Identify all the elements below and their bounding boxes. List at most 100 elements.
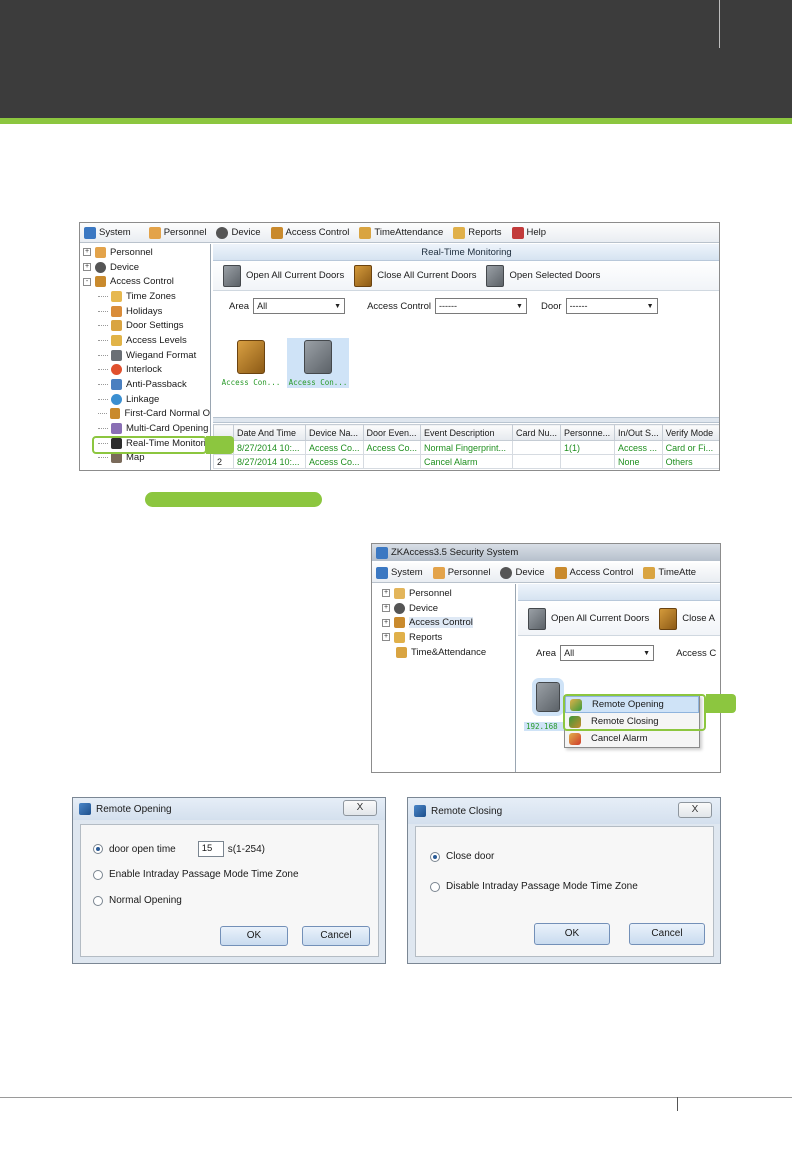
people-icon xyxy=(396,646,407,658)
door-open-time-input[interactable]: 15 xyxy=(197,841,224,857)
table-row[interactable]: 2 8/27/2014 10:... Access Co... Cancel A… xyxy=(213,454,719,469)
column-header[interactable]: Door Even... xyxy=(362,424,422,441)
access-controller-icon xyxy=(304,340,332,374)
close-all-doors-button[interactable]: Close A xyxy=(659,607,715,630)
menu-access-control[interactable]: Access Control xyxy=(267,223,356,242)
dialog-title: Remote Opening xyxy=(96,803,172,815)
door-label: Door xyxy=(540,300,562,312)
tree-item-access-levels[interactable]: Access Levels xyxy=(80,333,210,348)
access-control-label: Access Control xyxy=(367,300,431,312)
computer-icon xyxy=(376,566,388,579)
radio-selected[interactable] xyxy=(93,844,103,854)
tree-node-access-control[interactable]: - Access Control xyxy=(80,274,210,289)
door-open-time-option[interactable]: door open time 15 s(1-254) xyxy=(93,841,265,857)
device-tile-selected[interactable]: Access Con... xyxy=(287,338,349,388)
filter-bar: Area All ▼ Access C xyxy=(518,642,720,664)
normal-opening-option[interactable]: Normal Opening xyxy=(93,895,182,906)
menu-reports[interactable]: Reports xyxy=(449,223,507,242)
person-icon xyxy=(432,566,445,579)
card-reader-icon xyxy=(111,349,122,361)
table-row[interactable]: 8/27/2014 10:... Access Co... Access Co.… xyxy=(213,440,719,455)
tree-item-interlock[interactable]: Interlock xyxy=(80,363,210,378)
column-header[interactable]: Device Na... xyxy=(305,424,364,441)
menu-timeattendance[interactable]: TimeAttendance xyxy=(355,223,449,242)
menu-system[interactable]: System xyxy=(80,223,137,242)
column-header[interactable]: In/Out S... xyxy=(614,424,663,441)
menu-access-control[interactable]: Access Control xyxy=(551,563,640,582)
tree-item-time-zones[interactable]: Time Zones xyxy=(80,289,210,304)
disable-intraday-passage-option[interactable]: Disable Intraday Passage Mode Time Zone xyxy=(430,881,638,892)
open-all-doors-button[interactable]: Open All Current Doors xyxy=(528,607,649,630)
event-table: Date And Time Device Na... Door Even... … xyxy=(213,424,719,469)
app-icon xyxy=(414,805,426,817)
people-icon xyxy=(643,566,656,579)
close-all-doors-button[interactable]: Close All Current Doors xyxy=(354,264,476,287)
first-card-icon xyxy=(110,408,121,420)
radio[interactable] xyxy=(93,869,103,880)
area-label: Area xyxy=(536,647,557,659)
tree-node-reports[interactable]: + Reports xyxy=(372,630,515,645)
tree-item-multi-card[interactable]: Multi-Card Opening xyxy=(80,421,210,436)
footer-rule xyxy=(0,1097,792,1098)
column-header[interactable]: Verify Mode xyxy=(661,424,719,441)
door-select[interactable]: ------ ▼ xyxy=(565,298,658,314)
ok-button[interactable]: OK xyxy=(534,923,610,945)
menu-device[interactable]: Device xyxy=(496,563,550,582)
area-label: Area xyxy=(229,300,250,312)
radio[interactable] xyxy=(93,895,103,906)
access-control-select[interactable]: ------ ▼ xyxy=(434,298,527,314)
area-select[interactable]: All ▼ xyxy=(560,645,655,661)
tree-node-personnel[interactable]: + Personnel xyxy=(372,586,515,601)
chevron-down-icon: ▼ xyxy=(334,302,342,310)
tree-node-personnel[interactable]: + Personnel xyxy=(80,245,210,260)
calendar-icon xyxy=(111,305,122,317)
splitter[interactable] xyxy=(213,417,719,423)
page-header-band xyxy=(0,0,792,118)
main-menubar: System Personnel Device Access Control T… xyxy=(80,223,719,243)
tree-node-device[interactable]: + Device xyxy=(80,260,210,275)
clock-icon xyxy=(111,290,122,302)
tree-item-first-card[interactable]: First-Card Normal O xyxy=(80,407,210,422)
area-select[interactable]: All ▼ xyxy=(253,298,346,314)
ok-button[interactable]: OK xyxy=(220,926,288,946)
column-header[interactable]: Event Description xyxy=(420,424,514,441)
device-tile[interactable]: Access Con... xyxy=(221,340,281,387)
header-divider xyxy=(719,0,720,48)
access-controller-icon xyxy=(237,340,265,374)
close-door-option[interactable]: Close door xyxy=(430,851,494,862)
menu-timeattendance[interactable]: TimeAtte xyxy=(639,563,702,582)
computer-icon xyxy=(84,226,96,239)
open-all-doors-button[interactable]: Open All Current Doors xyxy=(223,264,344,287)
cancel-alarm-menu-item[interactable]: Cancel Alarm xyxy=(565,730,699,747)
tree-item-anti-passback[interactable]: Anti-Passback xyxy=(80,377,210,392)
cancel-button[interactable]: Cancel xyxy=(629,923,705,945)
report-icon xyxy=(394,631,405,643)
menu-help[interactable]: Help xyxy=(508,223,553,242)
device-area: Access Con... Access Con... xyxy=(213,322,719,417)
tree-item-holidays[interactable]: Holidays xyxy=(80,304,210,319)
column-header[interactable]: Personne... xyxy=(560,424,616,441)
radio-selected[interactable] xyxy=(430,851,440,862)
intraday-passage-option[interactable]: Enable Intraday Passage Mode Time Zone xyxy=(93,869,299,880)
menu-system[interactable]: System xyxy=(372,563,429,582)
tree-item-door-settings[interactable]: Door Settings xyxy=(80,318,210,333)
radio[interactable] xyxy=(430,881,440,892)
close-button[interactable]: X xyxy=(343,800,377,816)
tree-node-device[interactable]: + Device xyxy=(372,601,515,616)
menu-personnel[interactable]: Personnel xyxy=(145,223,213,242)
tree-node-access-control[interactable]: + Access Control xyxy=(372,615,515,630)
dialog-body: door open time 15 s(1-254) Enable Intrad… xyxy=(80,824,379,957)
cancel-button[interactable]: Cancel xyxy=(302,926,370,946)
column-header[interactable]: Date And Time xyxy=(233,424,306,441)
main-menubar: System Personnel Device Access Control T… xyxy=(372,563,720,583)
menu-personnel[interactable]: Personnel xyxy=(429,563,497,582)
tree-item-linkage[interactable]: Linkage xyxy=(80,392,210,407)
column-header[interactable]: Card Nu... xyxy=(512,424,562,441)
person-icon xyxy=(95,246,106,258)
open-selected-doors-button[interactable]: Open Selected Doors xyxy=(486,264,600,287)
menu-device[interactable]: Device xyxy=(212,223,266,242)
header-accent-stripe xyxy=(0,118,792,124)
tree-item-wiegand-format[interactable]: Wiegand Format xyxy=(80,348,210,363)
tree-node-time-attendance[interactable]: Time&Attendance xyxy=(372,645,515,660)
close-button[interactable]: X xyxy=(678,802,712,818)
